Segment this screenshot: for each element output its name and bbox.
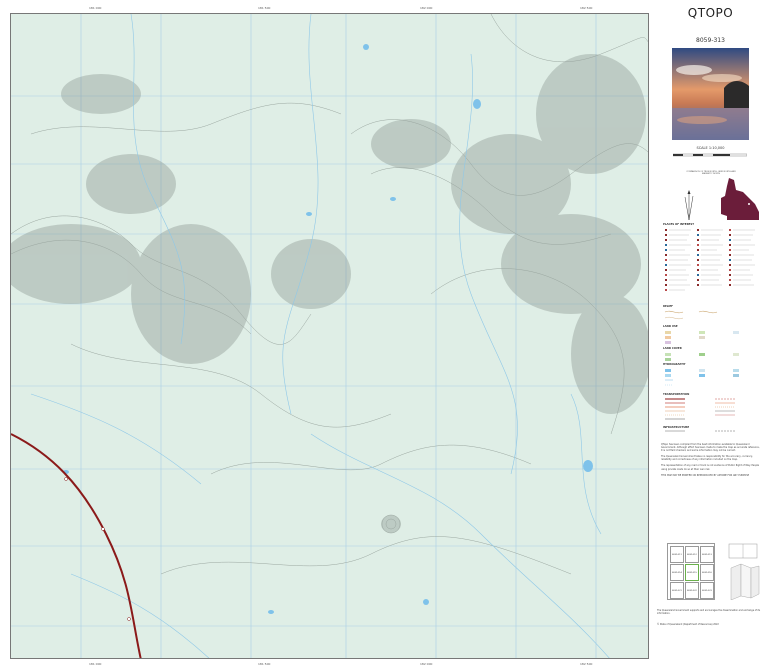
cover-photo (672, 48, 749, 140)
north-arrow-icon (684, 190, 694, 220)
index-cell: 8059-316 (700, 564, 714, 581)
index-cell: 8059-314 (670, 564, 684, 581)
grid-label-top: 182 000 (420, 6, 433, 10)
map-info-panel: QTOPO 8059-313 SCALE 1:10,000 COMPARISON… (653, 0, 768, 671)
disclaimer-paragraph: QTopo has been compiled from the best in… (661, 443, 760, 453)
index-cell: 8059-311 (670, 546, 684, 563)
disclaimer-paragraph: The Queensland Government takes no respo… (661, 455, 753, 462)
grid-label-top: 182 500 (580, 6, 593, 10)
scale-bar (673, 153, 747, 157)
map-sheet: 181 000 181 500 182 000 182 500 181 000 … (0, 0, 768, 671)
index-cell: 8059-312 (685, 546, 699, 563)
footer-copyright: © State of Queensland (Department of Res… (657, 623, 719, 626)
index-cell: 8059-323 (700, 582, 714, 599)
index-cell: 8059-322 (685, 582, 699, 599)
north-comparison-note: COMPARISON OF TRUE NORTH, GRID NORTH AND… (686, 171, 736, 176)
adjoining-sheets-index: 8059-311 8059-312 8059-313 8059-314 8059… (667, 543, 715, 600)
scale-label: SCALE 1:10,000 (696, 146, 725, 150)
disclaimer-paragraph: The representation of any road or track … (661, 464, 760, 471)
queensland-inset-map (721, 178, 759, 220)
legend-symbols (664, 229, 755, 432)
index-cell: 8059-313 (700, 546, 714, 563)
footer-line: The Queensland Government supports and e… (657, 609, 761, 615)
index-cell-current: 8059-315 (685, 564, 699, 581)
topographic-map (11, 14, 648, 658)
sheet-number: 8059-313 (696, 37, 725, 44)
grid-label-bottom: 182 500 (580, 662, 593, 666)
footer-text: The Queensland Government supports and e… (657, 609, 765, 626)
disclaimer-text: QTopo has been compiled from the best in… (661, 443, 761, 480)
disclaimer-paragraph: THIS MAP MAY BE PRINTED OR REPRODUCED BY… (661, 473, 750, 477)
folding-diagram (728, 543, 760, 600)
map-title: QTOPO (687, 6, 734, 20)
grid-label-bottom: 181 500 (258, 662, 271, 666)
map-frame[interactable] (10, 13, 649, 659)
grid-label-top: 181 000 (89, 6, 102, 10)
grid-label-bottom: 181 000 (89, 662, 102, 666)
map-legend: PLACES OF INTEREST RELIEF LAND USE LAND … (663, 223, 763, 435)
grid-label-bottom: 182 000 (420, 662, 433, 666)
grid-label-top: 181 500 (258, 6, 271, 10)
index-cell: 8059-321 (670, 582, 684, 599)
